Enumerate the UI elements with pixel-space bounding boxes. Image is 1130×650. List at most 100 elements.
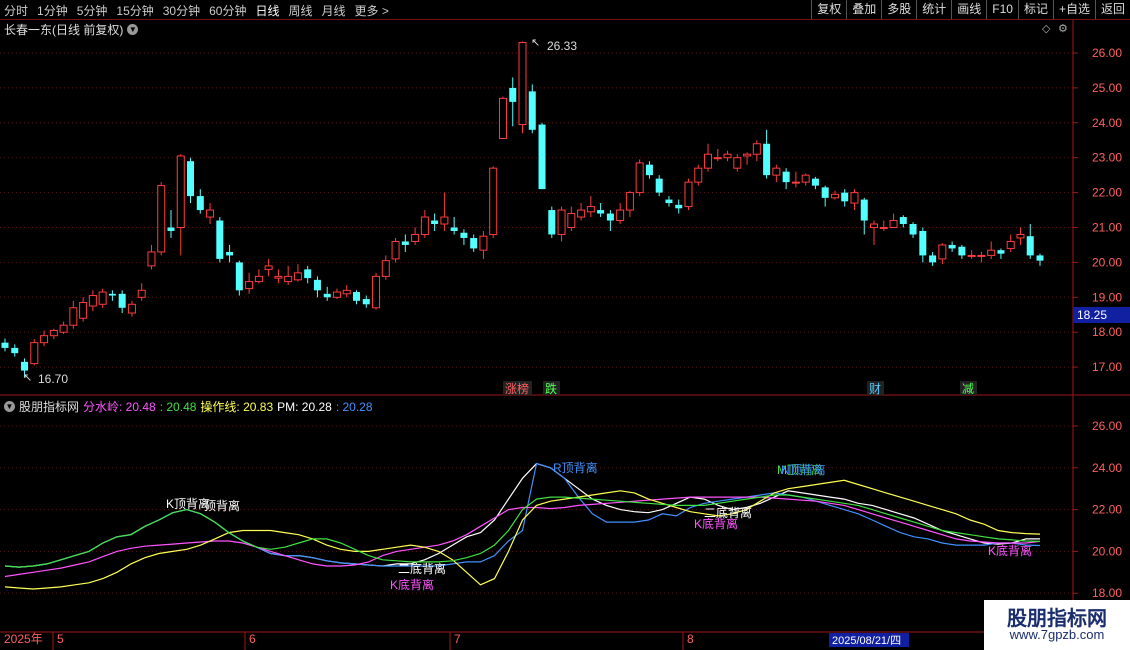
- candle: [1016, 227, 1025, 245]
- candle: [704, 143, 713, 172]
- candle: [743, 152, 752, 165]
- month-5: 5: [57, 632, 64, 646]
- candle: [665, 196, 673, 207]
- y-tick-label: 18.00: [1092, 325, 1122, 339]
- candle: [69, 300, 78, 329]
- candle-body: [557, 209, 566, 235]
- candle-body: [264, 265, 273, 270]
- candle: [528, 84, 536, 134]
- y-tick-label: 20.00: [1092, 255, 1122, 269]
- candle-body: [1, 342, 9, 348]
- watermark-logo: 股朋指标网 www.7gpzb.com: [984, 600, 1130, 650]
- candle-body: [567, 213, 576, 228]
- low-arrow-icon: ↖: [23, 372, 32, 384]
- price-axis: 26.00 25.00 24.00 23.00 22.00 21.00 20.00 19.00…: [1073, 46, 1122, 374]
- candle-body: [938, 244, 947, 260]
- candle-body: [791, 181, 800, 184]
- candle: [557, 206, 566, 242]
- candle: [577, 203, 586, 221]
- marker-cai[interactable]: 财: [869, 382, 881, 396]
- candle-body: [11, 347, 19, 354]
- candle: [694, 164, 703, 186]
- candle: [147, 244, 156, 270]
- candle: [821, 185, 829, 207]
- candle-body: [577, 209, 586, 218]
- candle-body: [977, 254, 986, 257]
- candle-body: [431, 220, 439, 225]
- kline-chart[interactable]: 26.00 25.00 24.00 23.00 22.00 21.00 20.00 19.00…: [0, 0, 1130, 650]
- candle: [342, 285, 351, 298]
- candle: [645, 161, 653, 179]
- candle-body: [782, 171, 790, 183]
- candle: [625, 190, 634, 218]
- candle-body: [450, 227, 458, 231]
- candle-body: [1026, 236, 1034, 256]
- y-tick-label: 23.00: [1092, 151, 1122, 165]
- candle: [850, 189, 859, 211]
- candle: [176, 154, 185, 256]
- candle-body: [1016, 233, 1025, 239]
- marker-jian[interactable]: 减: [962, 382, 974, 396]
- candle: [479, 230, 488, 259]
- marker-die[interactable]: 跌: [545, 381, 557, 396]
- candle-body: [763, 143, 771, 176]
- candle: [713, 148, 722, 162]
- candle-body: [665, 199, 673, 204]
- candle: [997, 248, 1005, 259]
- y-tick-label: 21.00: [1092, 221, 1122, 235]
- candle: [332, 288, 341, 300]
- month-8: 8: [687, 632, 694, 646]
- signal-k-bottom-div-2: K底背离: [694, 516, 738, 531]
- candle-body: [196, 196, 204, 211]
- candle-body: [713, 157, 722, 160]
- candle-body: [1006, 240, 1015, 249]
- candle: [675, 199, 683, 214]
- cursor-price: 18.25: [1077, 308, 1107, 322]
- candle-body: [353, 292, 361, 301]
- candle-body: [137, 289, 146, 298]
- candle: [1006, 234, 1015, 252]
- candle-body: [586, 206, 595, 213]
- marker-zhangbang[interactable]: 涨榜: [505, 381, 529, 396]
- candle: [509, 77, 517, 127]
- candle-body: [655, 178, 663, 193]
- candle: [752, 140, 761, 162]
- candle: [30, 339, 39, 366]
- candle: [284, 265, 293, 286]
- candle: [841, 189, 849, 207]
- y-tick-label: 17.00: [1092, 360, 1122, 374]
- candle: [791, 171, 800, 188]
- candle-body: [929, 255, 937, 263]
- candle: [206, 203, 215, 225]
- candle-body: [821, 187, 829, 198]
- candle-body: [420, 216, 429, 235]
- candle-body: [889, 220, 898, 229]
- candle-body: [411, 233, 420, 242]
- candle: [782, 168, 790, 190]
- candle: [899, 215, 907, 228]
- indicator-line: [4, 479, 1041, 590]
- candle-body: [987, 249, 996, 256]
- candle: [381, 255, 390, 280]
- candle: [274, 269, 283, 284]
- candle-body: [811, 178, 819, 186]
- candle: [723, 150, 732, 162]
- candle-body: [509, 87, 517, 102]
- candle: [597, 203, 605, 218]
- signal-second-bottom: 二底背离: [398, 561, 446, 576]
- candle-body: [684, 181, 693, 208]
- candle-body: [245, 281, 254, 290]
- candle: [1026, 224, 1034, 259]
- candle-body: [518, 42, 527, 126]
- candle-body: [176, 155, 185, 228]
- candle-body: [919, 230, 927, 256]
- candle: [353, 290, 361, 305]
- candle-body: [391, 240, 400, 260]
- candle: [567, 206, 576, 231]
- candle: [226, 244, 234, 263]
- candle-body: [108, 293, 116, 296]
- high-price-label: 26.33: [547, 39, 577, 53]
- y-tick-label: 26.00: [1092, 46, 1122, 60]
- candle-body: [254, 275, 263, 283]
- candle: [763, 129, 771, 179]
